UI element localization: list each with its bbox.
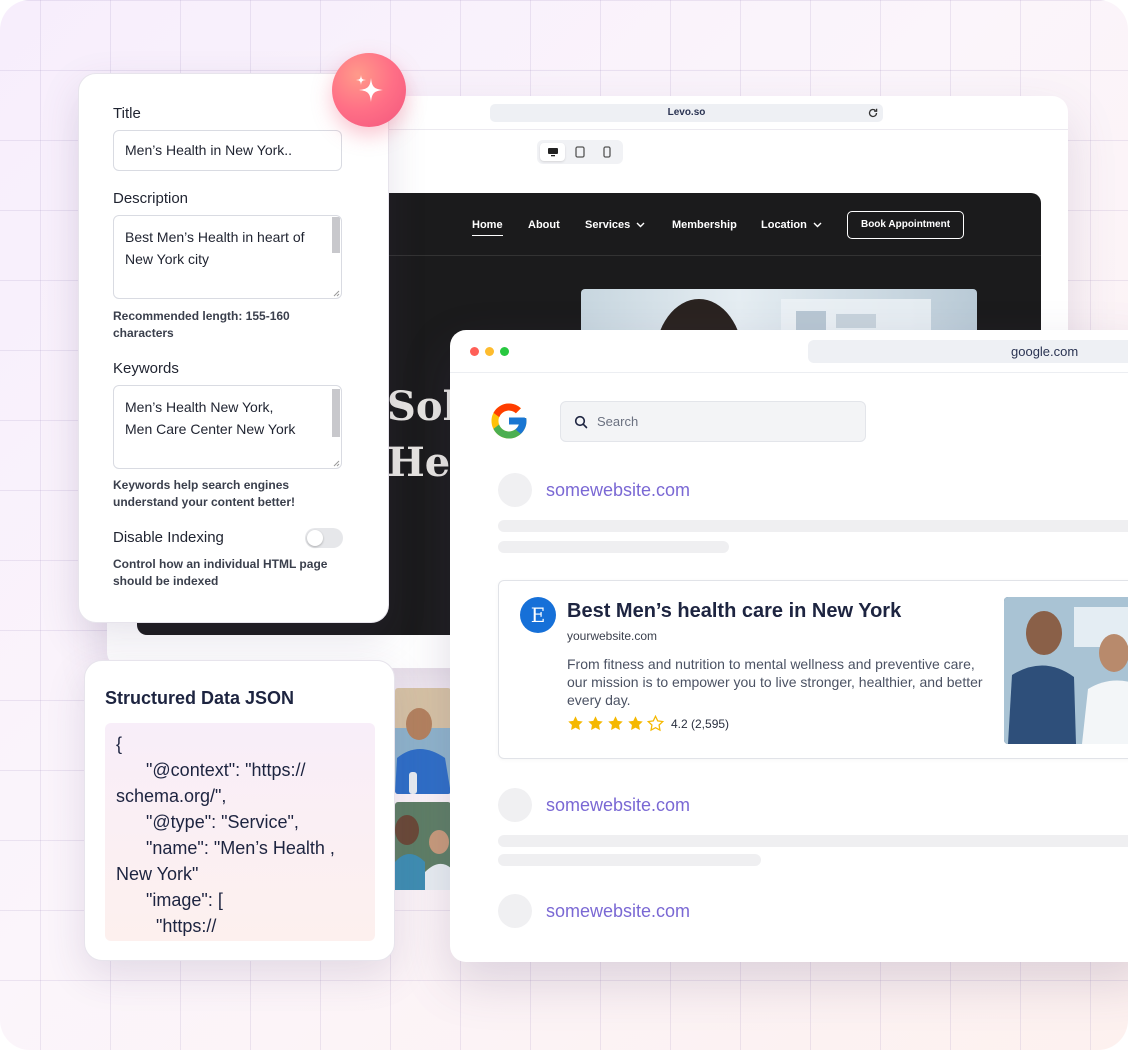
description-scrollbar[interactable] xyxy=(332,217,340,253)
nav-services[interactable]: Services xyxy=(585,219,645,231)
json-line: { xyxy=(116,734,123,754)
book-appointment-button[interactable]: Book Appointment xyxy=(847,211,964,239)
json-code-block[interactable]: { "@context": "https:// schema.org/", "@… xyxy=(105,723,375,941)
keywords-hint: Keywords help search engines understand … xyxy=(113,478,296,509)
featured-result-description: From fitness and nutrition to mental wel… xyxy=(567,656,983,708)
desktop-icon xyxy=(547,148,558,157)
device-switcher xyxy=(537,140,623,164)
resize-handle-icon[interactable] xyxy=(332,289,340,297)
nav-location-label: Location xyxy=(761,219,807,231)
featured-result-thumbnail xyxy=(1004,597,1128,744)
result-favicon xyxy=(498,473,532,507)
star-empty-icon xyxy=(647,715,664,732)
disable-indexing-toggle[interactable] xyxy=(305,528,343,548)
canvas: Levo.so Home About Services Membership L… xyxy=(0,0,1128,1050)
title-label: Title xyxy=(113,105,141,122)
featured-result-url: yourwebsite.com xyxy=(567,629,658,643)
description-text: Best Men’s Health in heart of New York c… xyxy=(125,229,305,267)
description-hint: Recommended length: 155-160 characters xyxy=(113,309,290,340)
result-favicon xyxy=(498,894,532,928)
result-skeleton-line xyxy=(498,520,1128,532)
rating-stars: 4.2 (2,595) xyxy=(567,715,729,732)
tablet-icon xyxy=(575,146,585,158)
google-address-bar[interactable]: google.com xyxy=(808,340,1128,363)
google-search-input[interactable]: Search xyxy=(560,401,866,442)
keywords-label: Keywords xyxy=(113,360,179,377)
json-line: New York" xyxy=(116,864,199,884)
site-logo-icon: E xyxy=(520,597,556,633)
ai-sparkle-button[interactable] xyxy=(332,53,406,127)
keywords-line2: Men Care Center New York xyxy=(125,421,296,437)
result-skeleton-line xyxy=(498,854,761,866)
close-window-dot[interactable] xyxy=(470,347,479,356)
desktop-view-button[interactable] xyxy=(540,143,566,161)
nav-about[interactable]: About xyxy=(528,219,560,231)
rating-text: 4.2 (2,595) xyxy=(671,716,730,731)
result-favicon xyxy=(498,788,532,822)
google-topbar: google.com xyxy=(450,330,1128,373)
featured-result-title[interactable]: Best Men’s health care in New York xyxy=(567,600,901,623)
description-textarea[interactable]: Best Men’s Health in heart of New York c… xyxy=(113,215,342,299)
nav-home[interactable]: Home xyxy=(472,219,503,236)
result-skeleton-line xyxy=(498,541,729,553)
preview-address-text: Levo.so xyxy=(667,107,706,118)
star-filled-icon xyxy=(608,716,623,731)
description-label: Description xyxy=(113,190,189,207)
sparkle-icon xyxy=(356,75,383,102)
preview-thumbnails xyxy=(395,688,451,912)
result-link[interactable]: somewebsite.com xyxy=(546,480,690,501)
preview-address-bar[interactable]: Levo.so xyxy=(490,104,883,122)
structured-data-panel: Structured Data JSON { "@context": "http… xyxy=(84,660,395,961)
mobile-icon xyxy=(603,146,611,158)
json-line: "@context": "https:// xyxy=(116,760,306,780)
maximize-window-dot[interactable] xyxy=(500,347,509,356)
result-link[interactable]: somewebsite.com xyxy=(546,901,690,922)
result-link[interactable]: somewebsite.com xyxy=(546,795,690,816)
star-filled-icon xyxy=(568,716,583,731)
nav-location[interactable]: Location xyxy=(761,219,822,231)
resize-handle-icon[interactable] xyxy=(332,459,340,467)
reload-icon[interactable] xyxy=(867,107,879,119)
search-placeholder: Search xyxy=(597,414,639,429)
star-filled-icon xyxy=(588,716,603,731)
google-search-window: google.com Search somewebsite.com E Best… xyxy=(450,330,1128,962)
star-filled-icon xyxy=(628,716,643,731)
google-logo-icon xyxy=(491,403,527,439)
json-panel-title: Structured Data JSON xyxy=(105,688,295,708)
minimize-window-dot[interactable] xyxy=(485,347,494,356)
keywords-textarea[interactable]: Men’s Health New York, Men Care Center N… xyxy=(113,385,342,469)
chevron-down-icon xyxy=(813,222,822,228)
thumbnail-athlete xyxy=(395,688,451,794)
json-line: "image": [ xyxy=(116,890,223,910)
indexing-row: Disable Indexing xyxy=(113,528,343,548)
json-line: "name": "Men’s Health , xyxy=(116,838,335,858)
seo-settings-panel: Title Men’s Health in New York.. Descrip… xyxy=(78,73,389,623)
title-input[interactable]: Men’s Health in New York.. xyxy=(113,130,342,171)
tablet-view-button[interactable] xyxy=(567,143,592,161)
thumbnail-doctors xyxy=(395,802,451,908)
json-line: schema.org/", xyxy=(116,786,227,806)
nav-membership[interactable]: Membership xyxy=(672,219,737,231)
nav-services-label: Services xyxy=(585,219,631,231)
keywords-line1: Men’s Health New York, xyxy=(125,399,274,415)
result-skeleton-line xyxy=(498,835,1128,847)
featured-result-card[interactable]: E Best Men’s health care in New York you… xyxy=(498,580,1128,759)
json-line: "@type": "Service", xyxy=(116,812,299,832)
keywords-scrollbar[interactable] xyxy=(332,389,340,437)
search-icon xyxy=(574,415,588,429)
chevron-down-icon xyxy=(636,222,645,228)
mobile-view-button[interactable] xyxy=(595,143,620,161)
indexing-hint: Control how an individual HTML page shou… xyxy=(113,557,328,588)
json-line: "https:// xyxy=(116,916,217,936)
doctor-patient-photo xyxy=(1004,597,1128,744)
